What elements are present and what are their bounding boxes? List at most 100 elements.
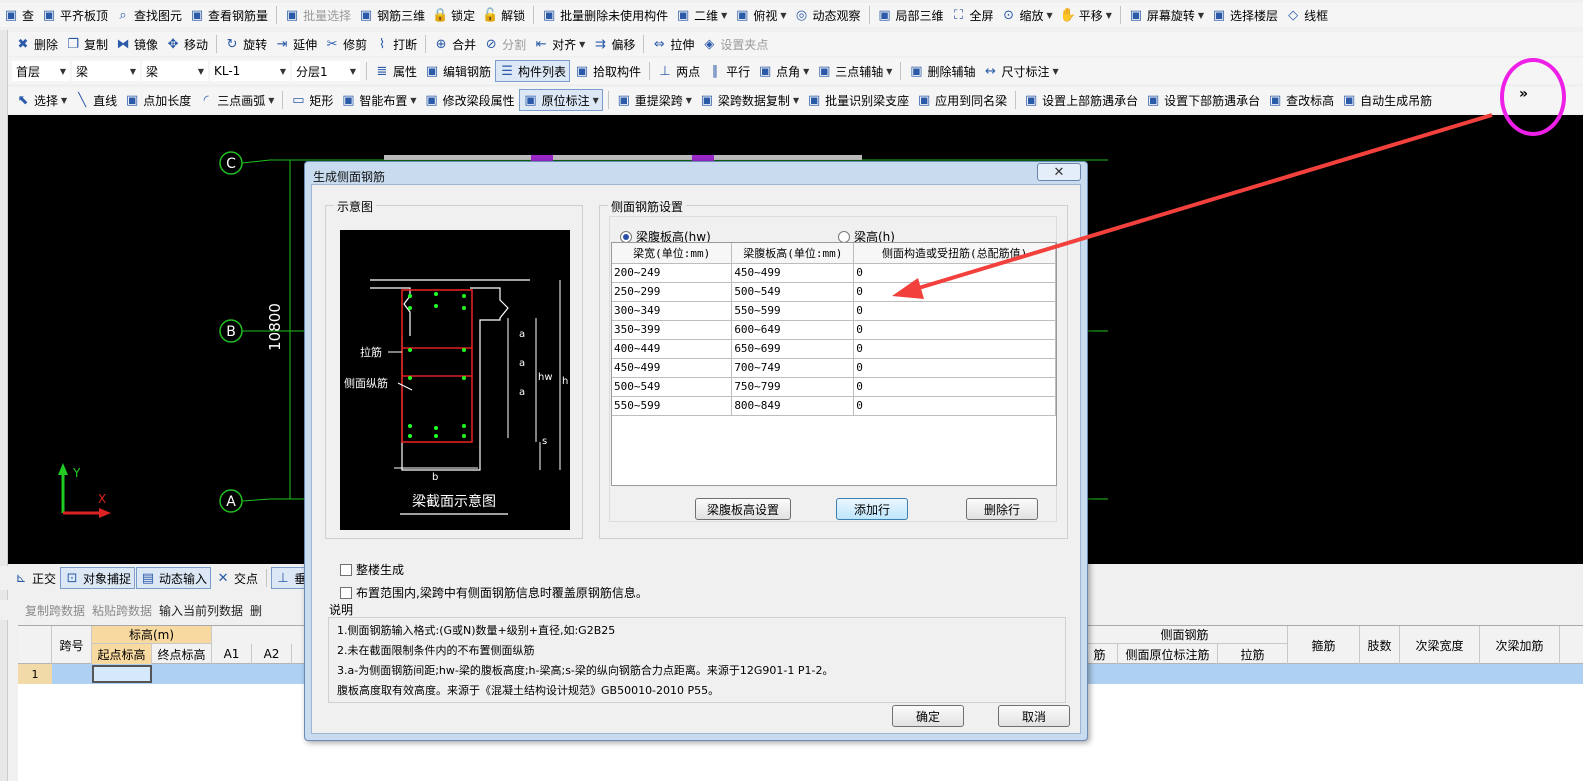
tb3-pick-component-button[interactable]: ▣ 拾取构件 — [571, 60, 644, 82]
tb1-pan-button[interactable]: ✋ 平移 ▼ — [1057, 4, 1115, 26]
floor-select[interactable]: 首层 ▼ — [12, 61, 70, 81]
tb2-delete-button[interactable]: ✖ 删除 — [12, 33, 61, 55]
table-row[interactable]: 500~549 750~799 0 — [612, 377, 1056, 397]
tb4-smart-layout-button[interactable]: ▣ 智能布置 ▼ — [337, 89, 419, 111]
table-cell[interactable]: 250~299 — [612, 282, 733, 302]
tb4-top-rebar-cap-button[interactable]: ▣ 设置上部筋遇承台 — [1020, 89, 1141, 111]
table-row[interactable]: 250~299 500~549 0 — [612, 282, 1056, 302]
tb3-dimension-button[interactable]: ↔ 尺寸标注 ▼ — [979, 60, 1061, 82]
web-height-settings-button[interactable]: 梁腹板高设置 — [695, 498, 791, 520]
tb1-screen-rotate-button[interactable]: ▣ 屏幕旋转 ▼ — [1125, 4, 1207, 26]
snap-snap-button[interactable]: ⊡ 对象捕捉 — [60, 567, 136, 589]
col-end-elev[interactable]: 终点标高 — [152, 644, 212, 664]
tb2-mirror-button[interactable]: ⧓ 镜像 — [112, 33, 161, 55]
layer-select[interactable]: 分层1 ▼ — [292, 61, 360, 81]
table-row[interactable]: 450~499 700~749 0 — [612, 358, 1056, 378]
tb1-find-element-button[interactable]: ⌕ 查找图元 — [112, 4, 185, 26]
tb1-unlock-button[interactable]: 🔓 解锁 — [479, 4, 528, 26]
tb1-partial-button[interactable]: ▣ 查 — [0, 4, 37, 26]
tb2-split-button[interactable]: ⊘ 分割 — [480, 33, 529, 55]
tb2-move-button[interactable]: ✥ 移动 — [162, 33, 211, 55]
tb2-offset-button[interactable]: ⇉ 偏移 — [589, 33, 638, 55]
table-cell[interactable]: 0 — [853, 396, 1056, 416]
table-cell[interactable]: 450~499 — [612, 358, 733, 378]
tb4-rectangle-button[interactable]: ▭ 矩形 — [287, 89, 336, 111]
col-a2[interactable]: A2 — [252, 644, 292, 664]
table-row[interactable]: 550~599 800~849 0 — [612, 396, 1056, 416]
tb1-zoom-button[interactable]: ⊙ 缩放 ▼ — [998, 4, 1056, 26]
grid-toolbar-button[interactable]: 粘贴跨数据 — [89, 600, 155, 620]
tb3-three-point-axis-button[interactable]: ▣ 三点辅轴 ▼ — [813, 60, 895, 82]
tb4-re-extract-span-button[interactable]: ▣ 重提梁跨 ▼ — [613, 89, 695, 111]
tb4-elevation-button[interactable]: ▣ 查改标高 — [1264, 89, 1337, 111]
close-button[interactable]: ✕ — [1037, 163, 1081, 181]
tb1-fullscreen-button[interactable]: ⛶ 全屏 — [948, 4, 997, 26]
table-cell[interactable]: 0 — [853, 263, 1056, 283]
table-cell[interactable]: 0 — [853, 282, 1056, 302]
whole-building-checkbox[interactable]: 整楼生成 — [340, 561, 404, 578]
add-row-button[interactable]: 添加行 — [836, 498, 908, 520]
tb4-batch-support-button[interactable]: ▣ 批量识别梁支座 — [803, 89, 912, 111]
tb1-rebar-3d-button[interactable]: ▣ 钢筋三维 — [355, 4, 428, 26]
delete-row-button[interactable]: 删除行 — [966, 498, 1038, 520]
table-cell[interactable]: 450~499 — [731, 263, 855, 283]
table-cell[interactable]: 550~599 — [731, 301, 855, 321]
col-legs[interactable]: 肢数 — [1360, 626, 1400, 664]
tb4-bottom-rebar-cap-button[interactable]: ▣ 设置下部筋遇承台 — [1142, 89, 1263, 111]
tb4-arc-button[interactable]: ◜ 三点画弧 ▼ — [195, 89, 277, 111]
table-cell[interactable]: 400~449 — [612, 339, 733, 359]
table-cell[interactable]: 350~399 — [612, 320, 733, 340]
tb3-point-angle-button[interactable]: ▣ 点角 ▼ — [754, 60, 812, 82]
tb4-select-button[interactable]: ⬉ 选择 ▼ — [12, 89, 70, 111]
table-cell[interactable]: 0 — [853, 339, 1056, 359]
col-start-elev[interactable]: 起点标高 — [92, 644, 152, 664]
tb1-top-view-button[interactable]: ▣ 俯视 ▼ — [731, 4, 789, 26]
table-cell[interactable]: 650~699 — [731, 339, 855, 359]
tb4-point-length-button[interactable]: ▣ 点加长度 — [121, 89, 194, 111]
tb1-rebar-quantity-button[interactable]: ▣ 查看钢筋量 — [186, 4, 271, 26]
table-cell[interactable]: 0 — [853, 377, 1056, 397]
col-tie[interactable]: 拉筋 — [1218, 644, 1288, 664]
grid-toolbar-button[interactable]: 删 — [247, 600, 265, 620]
tb3-parallel-button[interactable]: ∥ 平行 — [704, 60, 753, 82]
tb1-local-3d-button[interactable]: ▣ 局部三维 — [874, 4, 947, 26]
col-span[interactable]: 跨号 — [52, 626, 92, 664]
tb2-break-button[interactable]: ⌇ 打断 — [371, 33, 420, 55]
table-cell[interactable]: 200~249 — [612, 263, 733, 283]
tb1-lock-button[interactable]: 🔒 锁定 — [429, 4, 478, 26]
table-cell[interactable]: 750~799 — [731, 377, 855, 397]
table-cell[interactable]: 300~349 — [612, 301, 733, 321]
tb4-line-button[interactable]: ╲ 直线 — [71, 89, 120, 111]
tb2-trim-button[interactable]: ✂ 修剪 — [321, 33, 370, 55]
table-row[interactable]: 300~349 550~599 0 — [612, 301, 1056, 321]
table-cell[interactable]: 800~849 — [731, 396, 855, 416]
tb4-apply-same-button[interactable]: ▣ 应用到同名梁 — [913, 89, 1010, 111]
snap-intersection-button[interactable]: ✕ 交点 — [212, 567, 261, 589]
tb1-orbit-button[interactable]: ◎ 动态观察 — [790, 4, 863, 26]
tb4-span-copy-button[interactable]: ▣ 梁跨数据复制 ▼ — [696, 89, 802, 111]
tb2-grip-button[interactable]: ◈ 设置夹点 — [698, 33, 771, 55]
rebar-settings-table[interactable]: 梁宽(单位:mm) 梁腹板高(单位:mm) 侧面构造或受扭筋(总配筋值) 200… — [611, 242, 1057, 486]
tb2-rotate-button[interactable]: ↻ 旋转 — [221, 33, 270, 55]
table-cell[interactable]: 0 — [853, 320, 1056, 340]
table-cell[interactable]: 0 — [853, 358, 1056, 378]
category-select[interactable]: 梁 ▼ — [72, 61, 140, 81]
col-sub-width[interactable]: 次梁宽度 — [1400, 626, 1480, 664]
grid-toolbar-button[interactable]: 输入当前列数据 — [156, 600, 246, 620]
cancel-button[interactable]: 取消 — [998, 705, 1070, 727]
grid-toolbar-button[interactable]: 复制跨数据 — [22, 600, 88, 620]
tb1-2d-view-button[interactable]: ▣ 二维 ▼ — [672, 4, 730, 26]
tb2-align-button[interactable]: ⇤ 对齐 ▼ — [530, 33, 588, 55]
table-cell[interactable]: 500~549 — [731, 282, 855, 302]
table-row[interactable]: 350~399 600~649 0 — [612, 320, 1056, 340]
tb3-delete-axis-button[interactable]: ▣ 删除辅轴 — [905, 60, 978, 82]
col-sub-add[interactable]: 次梁加筋 — [1480, 626, 1560, 664]
table-cell[interactable]: 500~549 — [612, 377, 733, 397]
active-cell[interactable] — [92, 665, 152, 683]
tb1-batch-delete-button[interactable]: ▣ 批量删除未使用构件 — [538, 4, 671, 26]
table-cell[interactable]: 700~749 — [731, 358, 855, 378]
tb3-properties-button[interactable]: ≣ 属性 — [371, 60, 420, 82]
tb1-align-top-button[interactable]: ▣ 平齐板顶 — [38, 4, 111, 26]
snap-ortho-button[interactable]: ⊾ 正交 — [10, 567, 59, 589]
tb2-merge-button[interactable]: ⊕ 合并 — [430, 33, 479, 55]
